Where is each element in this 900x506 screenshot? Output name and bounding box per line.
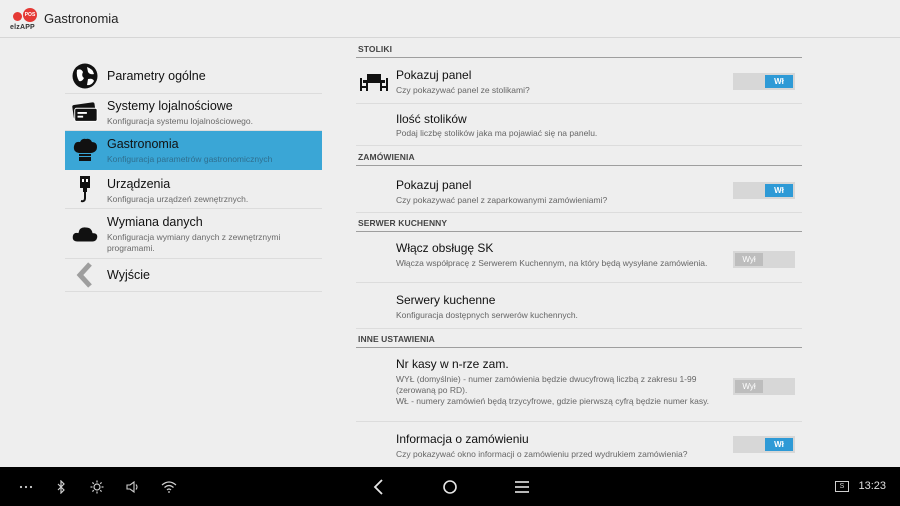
cloud-icon: [71, 220, 99, 248]
pref-informacja-o-zamowieniu[interactable]: Informacja o zamówieniu Czy pokazywać ok…: [356, 422, 802, 467]
status-clock: 13:23: [858, 480, 886, 492]
logo-text: elzAPP: [10, 24, 35, 31]
section-inne-ustawienia: INNE USTAWIENIA: [356, 330, 802, 348]
home-nav-icon[interactable]: [437, 467, 463, 506]
screenshot-icon[interactable]: S: [832, 467, 852, 506]
section-title: SERWER KUCHENNY: [358, 218, 448, 228]
toggle-pokazuj-panel-zamowienia[interactable]: Wł: [733, 182, 795, 199]
section-title: INNE USTAWIENIA: [358, 334, 435, 344]
section-serwer-kuchenny: SERWER KUCHENNY: [356, 214, 802, 232]
pref-pokazuj-panel-zamowienia[interactable]: Pokazuj panel Czy pokazywać panel z zapa…: [356, 168, 802, 213]
menu-item-systemy-lojalnosciowe[interactable]: Systemy lojalnościowe Konfiguracja syste…: [65, 94, 322, 131]
pref-subtitle: Podaj liczbę stolików jaka ma pojawiać s…: [396, 128, 598, 138]
brightness-icon[interactable]: [86, 467, 108, 506]
app-title: Gastronomia: [44, 11, 119, 26]
menu-item-title: Wyjście: [107, 268, 150, 282]
menu-nav-icon[interactable]: [509, 467, 535, 506]
section-zamowienia: ZAMÓWIENIA: [356, 148, 802, 166]
wifi-icon[interactable]: [158, 467, 180, 506]
menu-item-title: Urządzenia: [107, 177, 171, 191]
toggle-wlacz-obsluge-sk[interactable]: Wył: [733, 251, 795, 268]
menu-item-subtitle: Konfiguracja parametrów gastronomicznych: [107, 154, 273, 164]
system-navigation-bar: S 13:23: [0, 467, 900, 506]
section-title: STOLIKI: [358, 44, 393, 54]
menu-item-gastronomia[interactable]: Gastronomia Konfiguracja parametrów gast…: [65, 131, 322, 170]
menu-item-wyjscie[interactable]: Wyjście: [65, 259, 322, 292]
pref-title: Pokazuj panel: [396, 178, 472, 192]
screenshot-badge: S: [835, 481, 849, 492]
pref-subtitle: Czy pokazywać panel ze stolikami?: [396, 85, 530, 95]
menu-item-wymiana-danych[interactable]: Wymiana danych Konfiguracja wymiany dany…: [65, 209, 322, 259]
pref-pokazuj-panel-stoliki[interactable]: Pokazuj panel Czy pokazywać panel ze sto…: [356, 60, 802, 104]
menu-item-title: Parametry ogólne: [107, 69, 206, 83]
volume-icon[interactable]: [122, 467, 144, 506]
menu-item-title: Gastronomia: [107, 137, 179, 151]
pref-subtitle: Czy pokazywać panel z zaparkowanymi zamó…: [396, 195, 608, 205]
menu-item-subtitle: Konfiguracja systemu lojalnościowego.: [107, 116, 253, 126]
pref-ilosc-stolikow[interactable]: Ilość stolików Podaj liczbę stolików jak…: [356, 104, 802, 146]
pref-wlacz-obsluge-sk[interactable]: Włącz obsługę SK Włącza współpracę z Ser…: [356, 234, 802, 283]
pref-title: Informacja o zamówieniu: [396, 432, 529, 446]
section-title: ZAMÓWIENIA: [358, 152, 415, 162]
section-stoliki: STOLIKI: [356, 40, 802, 58]
back-nav-icon[interactable]: [365, 467, 391, 506]
pref-title: Serwery kuchenne: [396, 293, 496, 307]
pref-subtitle: Włącza współpracę z Serwerem Kuchennym, …: [396, 258, 708, 268]
menu-item-urzadzenia[interactable]: Urządzenia Konfiguracja urządzeń zewnętr…: [65, 170, 322, 209]
pref-subtitle: WŁ - numery zamówień będą trzycyfrowe, g…: [396, 396, 710, 406]
usb-plug-icon: [71, 175, 99, 203]
logo-badge: POS: [23, 8, 37, 22]
menu-item-parametry-ogolne[interactable]: Parametry ogólne: [65, 58, 322, 94]
pref-subtitle: Konfiguracja dostępnych serwerów kuchenn…: [396, 310, 578, 320]
back-arrow-icon: [71, 261, 99, 289]
toggle-label: Wył: [735, 253, 763, 266]
pref-subtitle: Czy pokazywać okno informacji o zamówien…: [396, 449, 688, 459]
app-bar: POS elzAPP Gastronomia: [0, 0, 900, 38]
settings-menu: Parametry ogólne Systemy lojalnościowe K…: [65, 58, 322, 292]
globe-icon: [71, 62, 99, 90]
bluetooth-icon[interactable]: [50, 467, 72, 506]
pref-nr-kasy[interactable]: Nr kasy w n-rze zam. WYŁ (domyślnie) - n…: [356, 350, 802, 422]
toggle-informacja-o-zamowieniu[interactable]: Wł: [733, 436, 795, 453]
pref-subtitle: WYŁ (domyślnie) - numer zamówienia będzi…: [396, 374, 697, 395]
pref-title: Nr kasy w n-rze zam.: [396, 357, 509, 371]
pref-title: Włącz obsługę SK: [396, 241, 494, 255]
pref-serwery-kuchenne[interactable]: Serwery kuchenne Konfiguracja dostępnych…: [356, 283, 802, 329]
menu-item-subtitle: Konfiguracja wymiany danych z zewnętrzny…: [107, 232, 281, 253]
toggle-pokazuj-panel-stoliki[interactable]: Wł: [733, 73, 795, 90]
toggle-label: Wł: [765, 75, 793, 88]
chef-hat-icon: [71, 136, 99, 164]
menu-item-title: Systemy lojalnościowe: [107, 99, 233, 113]
elzapp-logo: POS elzAPP: [10, 8, 40, 34]
loyalty-card-icon: [71, 98, 99, 126]
toggle-nr-kasy[interactable]: Wył: [733, 378, 795, 395]
menu-item-subtitle: Konfiguracja urządzeń zewnętrznych.: [107, 194, 249, 204]
tables-icon: [360, 69, 388, 93]
toggle-label: Wł: [765, 438, 793, 451]
more-dots-icon[interactable]: [14, 467, 38, 506]
toggle-label: Wł: [765, 184, 793, 197]
toggle-label: Wył: [735, 380, 763, 393]
pref-title: Pokazuj panel: [396, 68, 472, 82]
menu-item-title: Wymiana danych: [107, 215, 203, 229]
pref-title: Ilość stolików: [396, 112, 467, 126]
